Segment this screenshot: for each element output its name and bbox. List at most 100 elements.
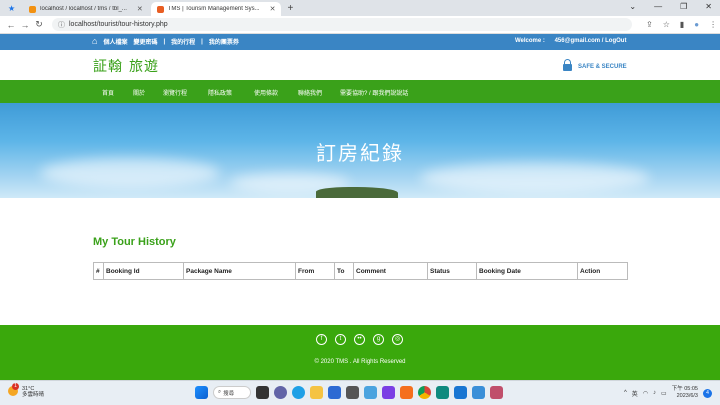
col-package-name: Package Name: [183, 262, 296, 280]
nav-item-help[interactable]: 需要協助? / 跟我們說說話: [340, 88, 408, 97]
col-action: Action: [577, 262, 628, 280]
chat-icon[interactable]: [274, 386, 287, 399]
browser-actions: ⇪ ☆ ▮ ● ⋮: [646, 20, 717, 29]
topbar-link-password[interactable]: 變更密碼: [133, 37, 157, 46]
clock-time: 下午 05:05: [671, 386, 698, 392]
browser-menu-icon[interactable]: ★: [8, 4, 15, 13]
forward-icon[interactable]: →: [18, 20, 32, 30]
photos-icon[interactable]: [490, 386, 503, 399]
twitter-icon[interactable]: t: [335, 334, 346, 345]
home-icon[interactable]: ⌂: [92, 37, 97, 46]
back-icon[interactable]: ←: [4, 20, 18, 30]
app-icon[interactable]: [382, 386, 395, 399]
restore-icon[interactable]: ❐: [680, 2, 687, 11]
safe-secure-badge: SAFE & SECURE: [563, 59, 627, 71]
weather-desc: 多雲時晴: [22, 392, 45, 398]
system-tray: ^ 英 ◠ ♪ ▭ 下午 05:05 2023/6/3 4: [624, 386, 712, 400]
browser-tab-tms[interactable]: TMS | Tourism Management Sys... ✕: [150, 2, 282, 16]
nav-item-contact[interactable]: 聯絡我們: [298, 88, 322, 97]
user-welcome: Welcome : 456@gmail.com / LogOut: [515, 38, 627, 44]
separator: |: [201, 38, 203, 45]
phpmyadmin-icon: [29, 5, 37, 13]
file-explorer-icon[interactable]: [310, 386, 323, 399]
chrome-icon[interactable]: [418, 386, 431, 399]
window-controls: ⌄ — ❐ ✕: [629, 2, 712, 11]
calculator-icon[interactable]: [346, 386, 359, 399]
tour-history-table: # Booking Id Package Name From To Commen…: [93, 262, 628, 280]
mail-icon[interactable]: [436, 386, 449, 399]
flickr-icon[interactable]: ••: [354, 334, 365, 345]
logout-link[interactable]: LogOut: [605, 38, 626, 44]
windows-start-icon[interactable]: [195, 386, 208, 399]
nav-item-home[interactable]: 首頁: [102, 88, 114, 97]
taskbar-search[interactable]: ⌕ 搜尋: [213, 386, 251, 399]
facebook-icon[interactable]: f: [316, 334, 327, 345]
secure-label: SAFE & SECURE: [578, 63, 627, 70]
volume-icon[interactable]: ♪: [653, 390, 656, 396]
task-view-icon[interactable]: [256, 386, 269, 399]
clock[interactable]: 下午 05:05 2023/6/3: [672, 386, 698, 400]
nav-item-terms[interactable]: 使用條款: [254, 88, 278, 97]
close-icon[interactable]: ✕: [137, 5, 143, 13]
page-title: 訂房紀錄: [316, 141, 404, 165]
bookmark-icon[interactable]: ☆: [663, 20, 670, 29]
notepad-icon[interactable]: [364, 386, 377, 399]
url-text: localhost/tourist/tour-history.php: [69, 21, 168, 28]
chevron-down-icon[interactable]: ⌄: [629, 2, 636, 11]
chevron-up-icon[interactable]: ^: [624, 390, 627, 396]
google-plus-icon[interactable]: g: [373, 334, 384, 345]
nav-item-privacy[interactable]: 隱私政策: [208, 88, 232, 97]
vscode-icon[interactable]: [454, 386, 467, 399]
address-bar[interactable]: ⓘ localhost/tourist/tour-history.php: [52, 18, 632, 31]
nav-item-tours[interactable]: 瀏覽行程: [163, 88, 187, 97]
col-to: To: [334, 262, 354, 280]
store-icon[interactable]: [328, 386, 341, 399]
weather-badge: 1: [12, 383, 19, 390]
menu-icon[interactable]: ⋮: [709, 20, 717, 29]
logo-text-a: 証翰: [93, 59, 123, 75]
tms-icon: [156, 5, 164, 13]
close-icon[interactable]: ✕: [270, 5, 276, 13]
site-footer: f t •• g ◎ © 2020 TMS . All Rights Reser…: [0, 325, 720, 380]
table-header-row: # Booking Id Package Name From To Commen…: [93, 262, 628, 280]
col-status: Status: [427, 262, 477, 280]
xampp-icon[interactable]: [400, 386, 413, 399]
dribbble-icon[interactable]: ◎: [392, 334, 403, 345]
site-header: 証翰 旅遊 SAFE & SECURE: [0, 50, 720, 80]
col-comment: Comment: [353, 262, 428, 280]
weather-widget[interactable]: 1 31°C 多雲時晴: [8, 383, 45, 398]
sidepanel-icon[interactable]: ▮: [680, 20, 684, 29]
minimize-icon[interactable]: —: [654, 2, 662, 11]
weather-icon: 1: [8, 383, 19, 396]
notification-badge[interactable]: 4: [703, 388, 712, 398]
logo-text-b: 旅遊: [129, 59, 159, 75]
profile-icon[interactable]: ●: [694, 20, 699, 29]
close-window-icon[interactable]: ✕: [705, 2, 712, 11]
reload-icon[interactable]: ↻: [32, 19, 46, 30]
banner-island-image: [316, 187, 398, 198]
browser-tab-phpmyadmin[interactable]: localhost / localhost / tms / tbl_... ✕: [23, 2, 149, 16]
nav-item-about[interactable]: 關於: [133, 88, 145, 97]
lock-icon: [563, 59, 572, 71]
topbar-link-tours[interactable]: 我的行程: [171, 37, 195, 46]
social-links: f t •• g ◎: [316, 334, 403, 345]
ime-indicator[interactable]: 英: [632, 389, 638, 398]
wifi-icon[interactable]: ◠: [643, 390, 648, 397]
browser-toolbar: ← → ↻ ⓘ localhost/tourist/tour-history.p…: [0, 16, 720, 34]
separator: |: [163, 38, 166, 45]
topbar-link-profile[interactable]: 個人檔案: [103, 37, 127, 46]
taskbar-apps: ⌕ 搜尋: [195, 386, 503, 399]
edge-icon[interactable]: [292, 386, 305, 399]
search-icon: ⌕: [218, 389, 222, 395]
main-nav: 首頁 關於 瀏覽行程 隱私政策 使用條款 聯絡我們 需要協助? / 跟我們說說話: [0, 80, 720, 103]
col-booking-date: Booking Date: [476, 262, 578, 280]
teams-icon[interactable]: [472, 386, 485, 399]
new-tab-button[interactable]: +: [287, 2, 293, 16]
info-icon[interactable]: ⓘ: [58, 20, 65, 30]
share-icon[interactable]: ⇪: [646, 20, 653, 29]
battery-icon[interactable]: ▭: [661, 390, 667, 397]
tab-title: localhost / localhost / tms / tbl_...: [40, 6, 127, 12]
site-logo[interactable]: 証翰 旅遊: [93, 56, 159, 76]
topbar-link-tickets[interactable]: 我的團票券: [209, 37, 239, 46]
site-top-bar: ⌂ 個人檔案 變更密碼 | 我的行程 | 我的團票券 Welcome : 456…: [0, 34, 720, 50]
